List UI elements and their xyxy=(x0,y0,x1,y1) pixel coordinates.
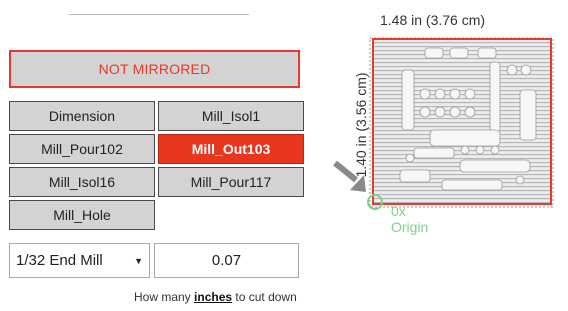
layer-button-dimension[interactable]: Dimension xyxy=(9,101,155,131)
board-height-label: 1.40 in (3.56 cm) xyxy=(353,72,369,178)
origin-label-line1: 0x xyxy=(391,203,406,219)
hint-suffix: to cut down xyxy=(232,290,297,304)
cut-depth-input[interactable]: 0.07 xyxy=(154,243,299,278)
layer-button-mill-pour117[interactable]: Mill_Pour117 xyxy=(158,167,304,197)
mirror-toggle-button[interactable]: NOT MIRRORED xyxy=(9,50,300,88)
layer-button-mill-isol1[interactable]: Mill_Isol1 xyxy=(158,101,304,131)
origin-label-line2: Origin xyxy=(391,219,429,235)
origin-label: 0x Origin xyxy=(391,203,428,235)
layer-button-mill-isol16[interactable]: Mill_Isol16 xyxy=(9,167,155,197)
chevron-down-icon: ▼ xyxy=(134,255,143,266)
hint-units: inches xyxy=(194,290,233,304)
board-width-label: 1.48 in (3.76 cm) xyxy=(380,12,486,28)
section-divider xyxy=(69,14,249,15)
tool-select-value: 1/32 End Mill xyxy=(16,252,103,269)
depth-hint-text: How many inches to cut down xyxy=(134,290,297,304)
layer-button-mill-pour102[interactable]: Mill_Pour102 xyxy=(9,134,155,164)
hint-prefix: How many xyxy=(134,290,195,304)
layer-button-mill-hole[interactable]: Mill_Hole xyxy=(9,200,155,230)
tool-select[interactable]: 1/32 End Mill ▼ xyxy=(9,243,150,278)
layer-button-mill-out103[interactable]: Mill_Out103 xyxy=(158,134,304,164)
